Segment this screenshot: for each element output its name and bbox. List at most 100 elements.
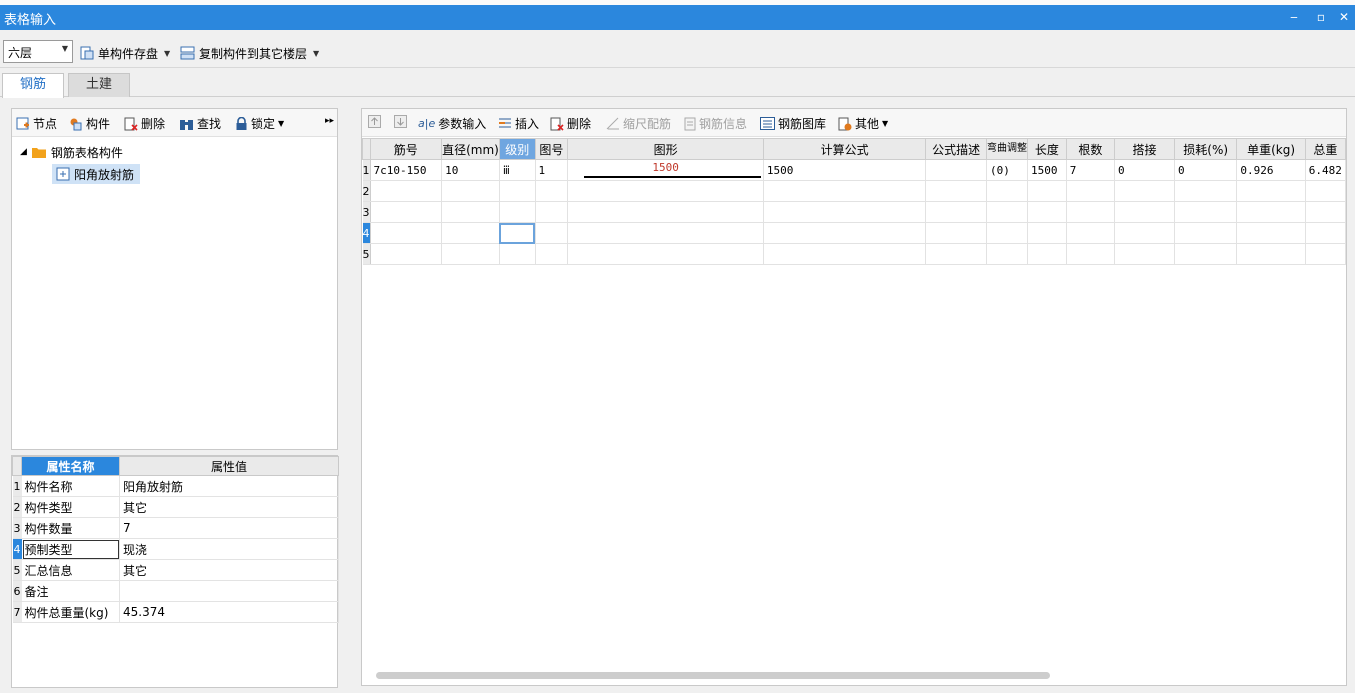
col-length[interactable]: 长度 xyxy=(1026,138,1067,160)
cell-diameter[interactable]: 10 xyxy=(441,159,500,181)
cell-grade[interactable] xyxy=(499,180,536,202)
floor-select[interactable]: 六层 ▼ xyxy=(3,40,73,63)
cell-figure-no[interactable] xyxy=(535,222,569,244)
cell-unit-weight[interactable] xyxy=(1236,201,1306,223)
maximize-button[interactable]: ▫ xyxy=(1310,7,1332,27)
cell-diameter[interactable] xyxy=(441,222,500,244)
rebar-library-button[interactable]: 钢筋图库 xyxy=(760,115,826,132)
cell-bend-adjust[interactable] xyxy=(986,222,1028,244)
tab-rebar[interactable]: 钢筋 xyxy=(2,73,64,98)
cell-count[interactable] xyxy=(1066,180,1116,202)
horizontal-scrollbar[interactable] xyxy=(376,672,1050,679)
cell-total-weight[interactable] xyxy=(1305,201,1346,223)
save-component-button[interactable]: 单构件存盘 ▼ xyxy=(80,44,170,62)
cell-shape[interactable] xyxy=(567,243,764,265)
table-row[interactable]: 6 备注 xyxy=(12,580,339,602)
cell-diameter[interactable] xyxy=(441,180,500,202)
cell-length[interactable] xyxy=(1027,180,1067,202)
cell-unit-weight[interactable]: 0.926 xyxy=(1236,159,1306,181)
cell-loss[interactable] xyxy=(1174,201,1238,223)
cell-loss[interactable] xyxy=(1174,243,1238,265)
cell-length[interactable]: 1500 xyxy=(1027,159,1067,181)
add-node-button[interactable]: 节点 xyxy=(16,115,57,132)
table-row[interactable]: 1 7c10-150 10 ⅲ 1 1500 1500 (0) 1500 7 0… xyxy=(362,159,1346,181)
cell-count[interactable] xyxy=(1066,201,1116,223)
table-row[interactable]: 3 xyxy=(362,201,1346,223)
cell-total-weight[interactable] xyxy=(1305,243,1346,265)
table-row[interactable]: 1 构件名称 阳角放射筋 xyxy=(12,475,339,497)
prop-value[interactable] xyxy=(119,580,339,602)
col-formula[interactable]: 计算公式 xyxy=(762,138,927,160)
move-up-button[interactable] xyxy=(368,115,381,128)
cell-formula-desc[interactable] xyxy=(925,159,987,181)
cell-count[interactable] xyxy=(1066,243,1116,265)
expand-toolbar-icon[interactable]: ▸▸ xyxy=(325,116,334,126)
cell-length[interactable] xyxy=(1027,243,1067,265)
cell-diameter[interactable] xyxy=(441,201,500,223)
table-row[interactable]: 4 xyxy=(362,222,1346,244)
col-bar-no[interactable]: 筋号 xyxy=(369,138,443,160)
cell-grade[interactable] xyxy=(499,243,536,265)
col-diameter[interactable]: 直径(mm) xyxy=(441,138,500,160)
cell-formula[interactable] xyxy=(763,180,927,202)
table-row[interactable]: 4 预制类型 现浇 xyxy=(12,538,339,560)
cell-length[interactable] xyxy=(1027,222,1067,244)
cell-loss[interactable] xyxy=(1174,222,1238,244)
cell-formula[interactable] xyxy=(763,222,927,244)
cell-bar-no[interactable] xyxy=(370,180,443,202)
table-row[interactable]: 5 汇总信息 其它 xyxy=(12,559,339,581)
cell-count[interactable]: 7 xyxy=(1066,159,1116,181)
cell-total-weight[interactable]: 6.482 xyxy=(1305,159,1346,181)
col-lap[interactable]: 搭接 xyxy=(1114,138,1175,160)
tree-node-root[interactable]: ◢ 钢筋表格构件 xyxy=(20,142,123,162)
add-component-button[interactable]: 构件 xyxy=(69,115,110,132)
tree-node-child[interactable]: 阳角放射筋 xyxy=(52,164,141,184)
table-row[interactable]: 3 构件数量 7 xyxy=(12,517,339,539)
cell-grade[interactable] xyxy=(499,201,536,223)
cell-unit-weight[interactable] xyxy=(1236,180,1306,202)
close-button[interactable]: ✕ xyxy=(1333,7,1355,27)
copy-to-floor-button[interactable]: 复制构件到其它楼层 ▼ xyxy=(180,44,319,62)
prop-value[interactable]: 45.374 xyxy=(119,601,339,623)
cell-diameter[interactable] xyxy=(441,243,500,265)
cell-bend-adjust[interactable] xyxy=(986,243,1028,265)
table-row[interactable]: 2 xyxy=(362,180,1346,202)
tab-civil[interactable]: 土建 xyxy=(68,73,130,97)
cell-formula[interactable] xyxy=(763,243,927,265)
cell-lap[interactable] xyxy=(1114,201,1175,223)
cell-loss[interactable]: 0 xyxy=(1174,159,1238,181)
insert-row-button[interactable]: 插入 xyxy=(498,115,539,132)
prop-value[interactable]: 7 xyxy=(119,517,339,539)
move-down-button[interactable] xyxy=(394,115,407,128)
param-input-button[interactable]: a|e 参数输入 xyxy=(418,115,486,132)
cell-lap[interactable] xyxy=(1114,180,1175,202)
delete-component-button[interactable]: 删除 xyxy=(124,115,165,132)
cell-grade[interactable] xyxy=(499,222,536,244)
cell-bar-no[interactable] xyxy=(370,222,443,244)
col-loss[interactable]: 损耗(%) xyxy=(1173,138,1238,160)
cell-formula-desc[interactable] xyxy=(925,222,987,244)
cell-figure-no[interactable] xyxy=(535,243,569,265)
collapse-triangle-icon[interactable]: ◢ xyxy=(20,147,27,157)
cell-bar-no[interactable] xyxy=(370,201,443,223)
table-row[interactable]: 7 构件总重量(kg) 45.374 xyxy=(12,601,339,623)
cell-shape[interactable] xyxy=(567,201,764,223)
cell-shape[interactable]: 1500 xyxy=(567,159,764,181)
cell-bar-no[interactable]: 7c10-150 xyxy=(370,159,443,181)
cell-bend-adjust[interactable] xyxy=(986,180,1028,202)
table-row[interactable]: 2 构件类型 其它 xyxy=(12,496,339,518)
cell-lap[interactable] xyxy=(1114,222,1175,244)
minimize-button[interactable]: ‒ xyxy=(1283,7,1305,27)
rebar-info-button[interactable]: 钢筋信息 xyxy=(684,115,747,132)
cell-figure-no[interactable] xyxy=(535,201,569,223)
cell-formula-desc[interactable] xyxy=(925,180,987,202)
col-unit-weight[interactable]: 单重(kg) xyxy=(1236,138,1306,160)
col-count[interactable]: 根数 xyxy=(1065,138,1116,160)
cell-loss[interactable] xyxy=(1174,180,1238,202)
prop-value[interactable]: 其它 xyxy=(119,559,339,581)
col-bend-adjust[interactable]: 弯曲调整 xyxy=(985,138,1028,160)
cell-figure-no[interactable] xyxy=(535,180,569,202)
cell-bend-adjust[interactable] xyxy=(986,201,1028,223)
cell-lap[interactable] xyxy=(1114,243,1175,265)
cell-lap[interactable]: 0 xyxy=(1114,159,1175,181)
